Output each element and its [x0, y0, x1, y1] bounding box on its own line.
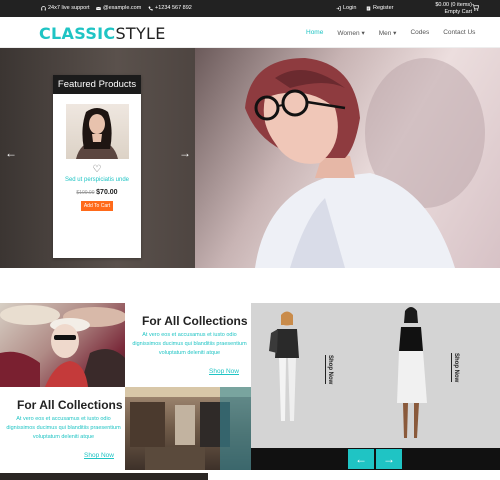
top-bar: 24x7 live support @example.com +1234 567… [0, 0, 500, 17]
main-nav: Home Women ▾ Men ▾ Codes Contact Us [306, 29, 475, 37]
product-image[interactable] [65, 104, 129, 159]
caret-down-icon: ▾ [393, 30, 397, 37]
cart-icon[interactable] [472, 4, 479, 11]
models-illustration [269, 307, 427, 438]
collection-title-1: For All Collections [142, 314, 248, 328]
envelope-icon [96, 6, 101, 10]
email-text: @example.com [103, 5, 142, 11]
hero-woman-illustration [245, 58, 485, 268]
new-price: $70.00 [96, 189, 118, 196]
nav-women[interactable]: Women ▾ [337, 29, 364, 37]
phone-text: +1234 567 892 [155, 5, 192, 11]
register-text: Register [373, 5, 394, 11]
heart-icon[interactable]: ♡ [53, 164, 141, 175]
hats-photo[interactable] [0, 303, 125, 387]
product-name[interactable]: Sed ut perspiciatis unde [53, 176, 141, 184]
nav-home[interactable]: Home [306, 29, 323, 37]
featured-products-title: Featured Products [53, 75, 141, 94]
site-logo[interactable]: CLASSICSTYLE [39, 24, 166, 43]
caret-down-icon: ▾ [361, 30, 365, 37]
collection-text-1: At vero eos et accusamus et iusto odio d… [132, 332, 247, 356]
models-prev-button[interactable]: ← [348, 449, 374, 469]
headset-icon [41, 5, 46, 10]
add-to-cart-button[interactable]: Add To Cart [81, 201, 113, 211]
hero-next-arrow[interactable]: → [179, 146, 191, 160]
nav-women-label: Women [337, 30, 360, 37]
collection-text-2: At vero eos et accusamus et iusto odio d… [6, 416, 121, 440]
phone-info[interactable]: +1234 567 892 [148, 5, 192, 11]
hero-slider: ← → Featured Products ♡ Sed ut perspicia… [0, 48, 500, 268]
logo-part-classic: CLASSIC [39, 24, 116, 43]
models-next-button[interactable]: → [376, 449, 402, 469]
collection-title-2: For All Collections [17, 398, 123, 412]
nav-men-label: Men [378, 30, 392, 37]
register-link[interactable]: Register [366, 5, 393, 11]
cart-summary[interactable]: $0.00 (0 items) Empty Cart [435, 2, 472, 16]
shop-now-link-2[interactable]: Shop Now [84, 452, 114, 459]
shop-now-link-1[interactable]: Shop Now [209, 368, 239, 375]
site-header: CLASSICSTYLE Home Women ▾ Men ▾ Codes Co… [0, 17, 500, 48]
hero-prev-arrow[interactable]: ← [5, 146, 17, 160]
phone-icon [148, 6, 153, 11]
cart-empty-link[interactable]: Empty Cart [435, 9, 472, 16]
nav-codes[interactable]: Codes [410, 29, 429, 37]
bottom-image-edge [0, 473, 208, 480]
nav-contact[interactable]: Contact Us [443, 29, 475, 37]
login-text: Login [343, 5, 357, 11]
store-interior-illustration [125, 387, 251, 470]
support-info: 24x7 live support [41, 5, 90, 11]
shop-now-vertical-1[interactable]: Shop Now [325, 355, 333, 385]
nav-men[interactable]: Men ▾ [379, 29, 397, 37]
logo-part-style: STYLE [115, 24, 166, 43]
product-woman-illustration [75, 108, 118, 159]
register-icon [366, 6, 371, 10]
shop-now-vertical-2[interactable]: Shop Now [451, 353, 459, 383]
hero-model-image [195, 48, 500, 268]
support-text: 24x7 live support [48, 5, 90, 11]
login-link[interactable]: Login [336, 5, 356, 11]
models-panel [251, 303, 500, 448]
login-icon [336, 5, 341, 11]
email-info[interactable]: @example.com [96, 5, 141, 11]
product-price: $100.00 $70.00 [53, 189, 141, 196]
old-price: $100.00 [76, 190, 95, 196]
store-photo[interactable] [125, 387, 251, 470]
cart-total: $0.00 (0 items) [435, 2, 472, 8]
featured-product-card: Featured Products ♡ Sed ut perspiciatis … [53, 75, 141, 258]
hats-illustration [0, 305, 125, 387]
